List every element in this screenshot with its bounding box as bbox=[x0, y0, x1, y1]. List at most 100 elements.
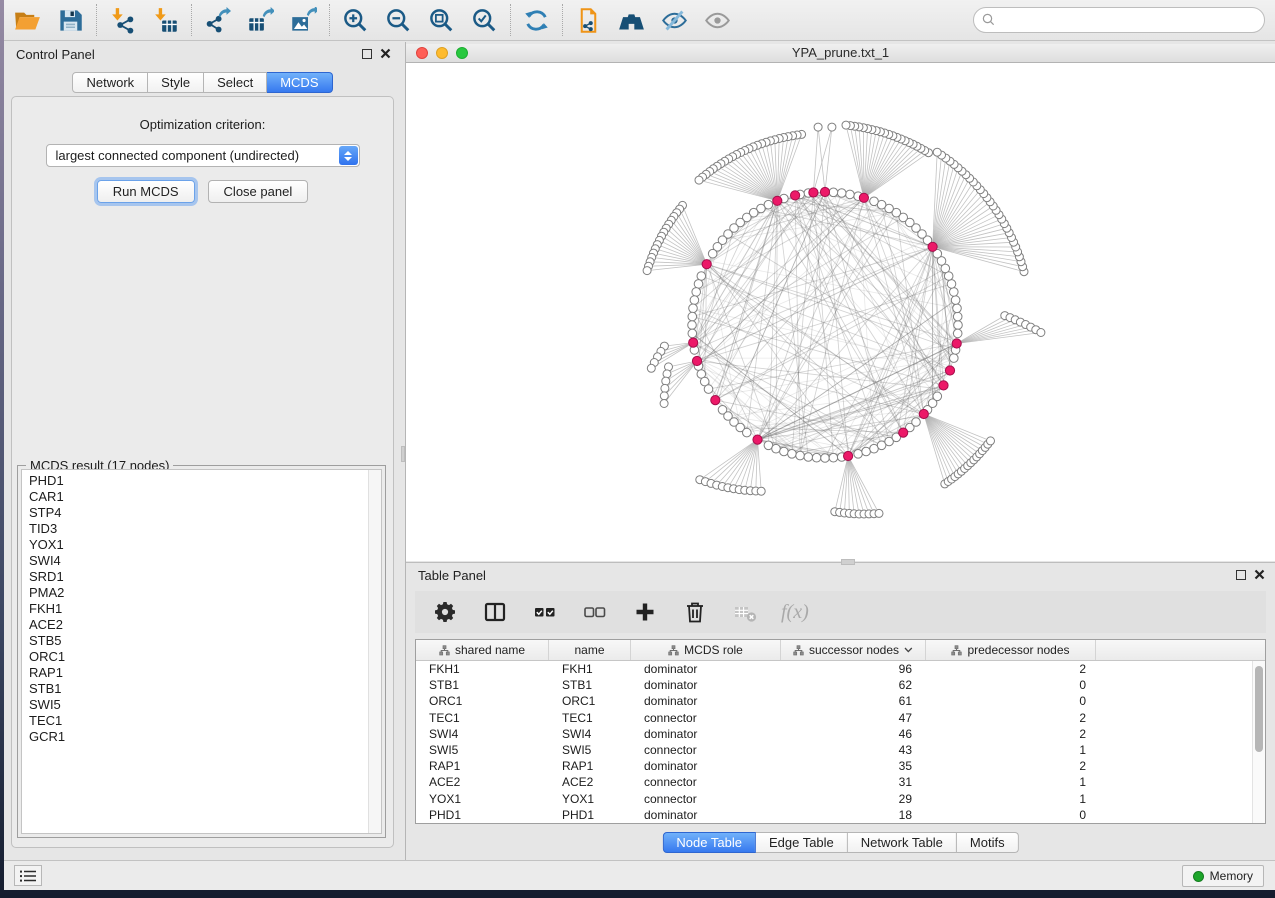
zoom-selected-icon[interactable] bbox=[471, 7, 498, 34]
mcds-result-item[interactable]: STB5 bbox=[22, 633, 381, 649]
cell-shared-name: YOX1 bbox=[416, 791, 549, 807]
mcds-result-item[interactable]: STP4 bbox=[22, 505, 381, 521]
search-input[interactable] bbox=[998, 10, 1258, 30]
column-header-predecessor-nodes[interactable]: predecessor nodes bbox=[926, 640, 1096, 660]
document-share-icon[interactable] bbox=[575, 7, 602, 34]
node-table[interactable]: shared name name MCDS rolesuccessor nodesp… bbox=[415, 639, 1266, 824]
deselect-all-icon[interactable] bbox=[581, 599, 608, 626]
tab-network[interactable]: Network bbox=[72, 72, 148, 93]
mcds-result-item[interactable]: TEC1 bbox=[22, 713, 381, 729]
cell-name: SWI5 bbox=[549, 742, 631, 758]
cell-successor-nodes: 18 bbox=[781, 807, 926, 823]
zoom-fit-icon[interactable] bbox=[428, 7, 455, 34]
zoom-out-icon[interactable] bbox=[385, 7, 412, 34]
column-label: name bbox=[574, 643, 604, 657]
close-panel-button[interactable]: Close panel bbox=[208, 180, 309, 203]
mcds-result-item[interactable]: GCR1 bbox=[22, 729, 381, 745]
mcds-result-item[interactable]: FKH1 bbox=[22, 601, 381, 617]
mcds-list-scrollbar[interactable] bbox=[368, 470, 381, 833]
column-header-successor-nodes[interactable]: successor nodes bbox=[781, 640, 926, 660]
cell-predecessor-nodes: 1 bbox=[926, 774, 1096, 790]
column-header-shared-name[interactable]: shared name bbox=[416, 640, 549, 660]
add-column-icon[interactable] bbox=[631, 599, 658, 626]
mcds-result-item[interactable]: SRD1 bbox=[22, 569, 381, 585]
search-network-icon[interactable] bbox=[618, 7, 645, 34]
table-bottom-tabs: Node TableEdge TableNetwork TableMotifs bbox=[662, 832, 1018, 853]
cell-predecessor-nodes: 1 bbox=[926, 791, 1096, 807]
cell-predecessor-nodes: 0 bbox=[926, 677, 1096, 693]
open-folder-icon[interactable] bbox=[14, 7, 41, 34]
table-row[interactable]: STB1STB1dominator620 bbox=[416, 677, 1265, 693]
delete-column-icon[interactable] bbox=[681, 599, 708, 626]
mcds-result-item[interactable]: ORC1 bbox=[22, 649, 381, 665]
column-header-name[interactable]: name bbox=[549, 640, 631, 660]
network-titlebar[interactable]: YPA_prune.txt_1 bbox=[406, 44, 1275, 63]
search-field[interactable] bbox=[973, 7, 1265, 33]
column-view-icon[interactable] bbox=[481, 599, 508, 626]
mcds-result-item[interactable]: YOX1 bbox=[22, 537, 381, 553]
select-all-icon[interactable] bbox=[531, 599, 558, 626]
table-row[interactable]: TEC1TEC1connector472 bbox=[416, 710, 1265, 726]
table-row[interactable]: ORC1ORC1dominator610 bbox=[416, 693, 1265, 709]
mcds-result-item[interactable]: PMA2 bbox=[22, 585, 381, 601]
zoom-in-icon[interactable] bbox=[342, 7, 369, 34]
table-row[interactable]: SWI4SWI4dominator462 bbox=[416, 726, 1265, 742]
export-table-icon[interactable] bbox=[247, 7, 274, 34]
mcds-result-list[interactable]: PHD1CAR1STP4TID3YOX1SWI4SRD1PMA2FKH1ACE2… bbox=[21, 469, 382, 834]
cell-predecessor-nodes: 2 bbox=[926, 758, 1096, 774]
network-canvas[interactable] bbox=[406, 63, 1275, 561]
mcds-result-item[interactable]: STB1 bbox=[22, 681, 381, 697]
mcds-result-item[interactable]: TID3 bbox=[22, 521, 381, 537]
mcds-result-item[interactable]: CAR1 bbox=[22, 489, 381, 505]
close-panel-icon[interactable] bbox=[380, 48, 391, 59]
mcds-result-item[interactable]: PHD1 bbox=[22, 473, 381, 489]
export-image-icon[interactable] bbox=[290, 7, 317, 34]
run-mcds-button[interactable]: Run MCDS bbox=[97, 180, 195, 203]
save-icon[interactable] bbox=[57, 7, 84, 34]
refresh-icon[interactable] bbox=[523, 7, 550, 34]
bottom-tab-edge-table[interactable]: Edge Table bbox=[756, 832, 848, 853]
window-maximize-icon[interactable] bbox=[456, 47, 468, 59]
table-row[interactable]: PHD1PHD1dominator180 bbox=[416, 807, 1265, 823]
float-panel-icon[interactable] bbox=[1236, 570, 1246, 580]
mcds-result-item[interactable]: SWI5 bbox=[22, 697, 381, 713]
memory-button[interactable]: Memory bbox=[1182, 865, 1264, 887]
function-builder-disabled: f(x) bbox=[781, 601, 809, 624]
tab-mcds[interactable]: MCDS bbox=[267, 72, 332, 93]
bottom-tab-motifs[interactable]: Motifs bbox=[957, 832, 1019, 853]
table-row[interactable]: FKH1FKH1dominator962 bbox=[416, 661, 1265, 677]
import-network-icon[interactable] bbox=[109, 7, 136, 34]
hide-selected-icon[interactable] bbox=[661, 7, 688, 34]
scrollbar-thumb[interactable] bbox=[1255, 666, 1263, 752]
bottom-tab-node-table[interactable]: Node Table bbox=[662, 832, 756, 853]
bottom-tab-network-table[interactable]: Network Table bbox=[848, 832, 957, 853]
task-history-button[interactable] bbox=[14, 865, 42, 886]
mcds-result-item[interactable]: ACE2 bbox=[22, 617, 381, 633]
table-scrollbar[interactable] bbox=[1252, 661, 1265, 823]
column-header-filler bbox=[1096, 640, 1265, 660]
table-row[interactable]: SWI5SWI5connector431 bbox=[416, 742, 1265, 758]
mcds-result-item[interactable]: RAP1 bbox=[22, 665, 381, 681]
table-row[interactable]: RAP1RAP1dominator352 bbox=[416, 758, 1265, 774]
export-network-icon[interactable] bbox=[204, 7, 231, 34]
cell-predecessor-nodes: 2 bbox=[926, 661, 1096, 677]
optimization-select[interactable]: largest connected component (undirected) bbox=[46, 144, 360, 167]
show-all-icon[interactable] bbox=[704, 7, 731, 34]
table-row[interactable]: YOX1YOX1connector291 bbox=[416, 791, 1265, 807]
close-panel-icon[interactable] bbox=[1254, 569, 1265, 580]
window-minimize-icon[interactable] bbox=[436, 47, 448, 59]
tab-select[interactable]: Select bbox=[204, 72, 267, 93]
float-panel-icon[interactable] bbox=[362, 49, 372, 59]
cell-MCDS-role: connector bbox=[631, 742, 781, 758]
mcds-result-item[interactable]: SWI4 bbox=[22, 553, 381, 569]
attribute-tree-icon bbox=[668, 645, 679, 656]
import-table-icon[interactable] bbox=[152, 7, 179, 34]
splitter-grip[interactable] bbox=[401, 446, 405, 462]
window-close-icon[interactable] bbox=[416, 47, 428, 59]
tab-style[interactable]: Style bbox=[148, 72, 204, 93]
table-settings-gear-icon[interactable] bbox=[431, 599, 458, 626]
cell-predecessor-nodes: 2 bbox=[926, 710, 1096, 726]
table-row[interactable]: ACE2ACE2connector311 bbox=[416, 774, 1265, 790]
column-header-MCDS-role[interactable]: MCDS role bbox=[631, 640, 781, 660]
network-graph[interactable] bbox=[406, 63, 1275, 560]
